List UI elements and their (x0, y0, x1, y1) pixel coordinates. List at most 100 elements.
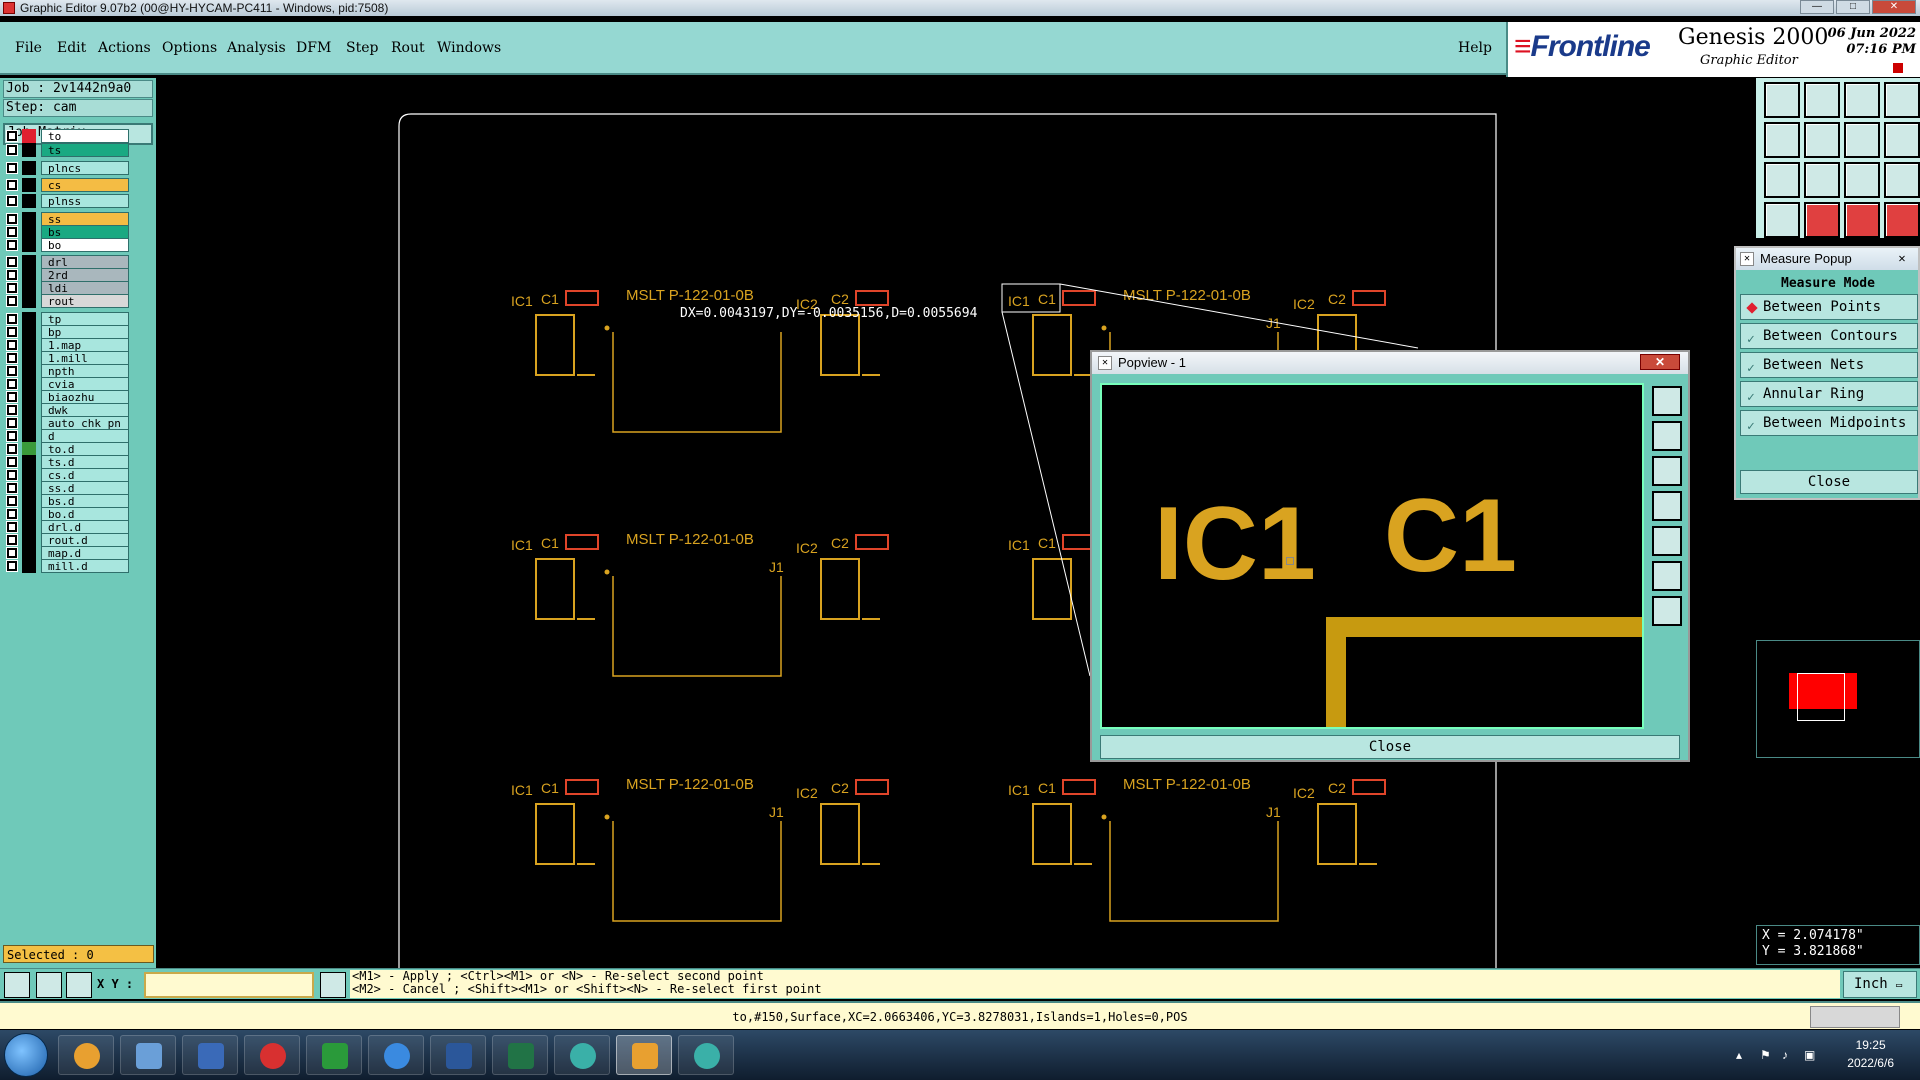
layer-checkbox[interactable] (6, 365, 18, 377)
pv-fit-icon[interactable] (1652, 561, 1682, 591)
layer-checkbox[interactable] (6, 239, 18, 251)
info-icon[interactable] (320, 972, 346, 998)
camera-icon[interactable] (1764, 202, 1800, 238)
layer-checkbox[interactable] (6, 162, 18, 174)
layer-row[interactable]: cs (6, 178, 129, 192)
layer-checkbox[interactable] (6, 417, 18, 429)
layer-row[interactable]: drl.d (6, 520, 129, 534)
popview-zoom-view[interactable]: IC1 C1 (1100, 383, 1644, 729)
pan-right-icon[interactable] (1804, 122, 1840, 158)
pv-right-icon[interactable] (1652, 526, 1682, 556)
layer-checkbox[interactable] (6, 547, 18, 559)
menu-windows[interactable]: Windows (437, 40, 501, 56)
menu-dfm[interactable]: DFM (296, 40, 331, 56)
taskbar-app-save[interactable] (182, 1035, 238, 1075)
popview-close-button[interactable]: Close (1100, 735, 1680, 759)
layer-row[interactable]: bp (6, 325, 129, 339)
taskbar-app-bird[interactable] (368, 1035, 424, 1075)
layer-row[interactable]: dwk (6, 403, 129, 417)
layer-checkbox[interactable] (6, 195, 18, 207)
layer-row[interactable]: npth (6, 364, 129, 378)
center-icon[interactable] (1764, 162, 1800, 198)
pv-center-icon[interactable] (1652, 596, 1682, 626)
zoom-out-icon[interactable] (1804, 82, 1840, 118)
pan-left-icon[interactable] (1764, 122, 1800, 158)
measure-tool-icon[interactable] (36, 972, 62, 998)
overview-minimap[interactable] (1756, 640, 1920, 758)
taskbar-clock[interactable]: 19:25 2022/6/6 (1847, 1036, 1894, 1072)
layer-row[interactable]: d (6, 429, 129, 443)
layer-checkbox[interactable] (6, 326, 18, 338)
layer-row[interactable]: plnss (6, 194, 129, 208)
layer-row[interactable]: 2rd (6, 268, 129, 282)
split-icon[interactable] (1884, 122, 1920, 158)
menu-edit[interactable]: Edit (57, 40, 86, 56)
flag-icon[interactable]: ⚑ (1760, 1048, 1771, 1062)
layer-row[interactable]: cvia (6, 377, 129, 391)
layer-checkbox[interactable] (6, 469, 18, 481)
taskbar-app-eye2[interactable] (678, 1035, 734, 1075)
network-icon[interactable]: ▣ (1804, 1048, 1815, 1062)
layer-row[interactable]: ts (6, 143, 129, 157)
ratio-icon[interactable] (1844, 162, 1880, 198)
taskbar-app-notepad[interactable] (120, 1035, 176, 1075)
start-button[interactable] (4, 1033, 48, 1077)
pv-down-icon[interactable] (1652, 456, 1682, 486)
xy-input[interactable] (144, 972, 314, 998)
layer-checkbox[interactable] (6, 508, 18, 520)
tray-arrow-icon[interactable]: ▴ (1736, 1048, 1742, 1062)
snap-tool-icon[interactable] (4, 972, 30, 998)
layer-row[interactable]: map.d (6, 546, 129, 560)
layer-row[interactable]: bo (6, 238, 129, 252)
layer-row[interactable]: to.d (6, 442, 129, 456)
volume-icon[interactable]: ♪ (1782, 1048, 1788, 1062)
taskbar-app-excel[interactable] (492, 1035, 548, 1075)
status-widget[interactable] (1810, 1006, 1900, 1028)
popview-close-icon[interactable]: ✕ (1640, 354, 1680, 370)
layer-checkbox[interactable] (6, 456, 18, 468)
menu-actions[interactable]: Actions (98, 40, 151, 56)
minimize-button[interactable]: — (1800, 0, 1834, 14)
menu-help[interactable]: Help (1458, 40, 1492, 56)
layer-checkbox[interactable] (6, 378, 18, 390)
layer-checkbox[interactable] (6, 339, 18, 351)
menu-options[interactable]: Options (162, 40, 217, 56)
pv-zoom-in-icon[interactable] (1652, 386, 1682, 416)
layer-row[interactable]: auto_chk_pn (6, 416, 129, 430)
menu-analysis[interactable]: Analysis (227, 40, 286, 56)
units-dropdown[interactable]: Inch ▭ (1843, 971, 1917, 998)
layer-checkbox[interactable] (6, 430, 18, 442)
window-icon[interactable] (1884, 82, 1920, 118)
menu-file[interactable]: File (15, 40, 42, 56)
minimap-viewport[interactable] (1797, 673, 1845, 721)
taskbar-app-green[interactable] (306, 1035, 362, 1075)
layer-checkbox[interactable] (6, 295, 18, 307)
layer-row[interactable]: rout.d (6, 533, 129, 547)
maximize-button[interactable]: □ (1836, 0, 1870, 14)
layer-row[interactable]: biaozhu (6, 390, 129, 404)
menu-step[interactable]: Step (346, 40, 378, 56)
layer-row[interactable]: ts.d (6, 455, 129, 469)
pv-zoom-out-icon[interactable] (1652, 421, 1682, 451)
layer-checkbox[interactable] (6, 144, 18, 156)
measure-close-button[interactable]: Close (1740, 470, 1918, 494)
layer-checkbox[interactable] (6, 495, 18, 507)
option-between-contours[interactable]: ✓ Between Contours (1740, 323, 1918, 349)
menu-rout[interactable]: Rout (391, 40, 425, 56)
layer-row[interactable]: to (6, 129, 129, 143)
home-icon[interactable] (1844, 82, 1880, 118)
option-between-midpoints[interactable]: ✓ Between Midpoints (1740, 410, 1918, 436)
layer-row[interactable]: bs (6, 225, 129, 239)
layer-checkbox[interactable] (6, 391, 18, 403)
zoom-in-icon[interactable] (1764, 82, 1800, 118)
layer-row[interactable]: 1.map (6, 338, 129, 352)
layer-checkbox[interactable] (6, 482, 18, 494)
layer-checkbox[interactable] (6, 313, 18, 325)
layer-checkbox[interactable] (6, 256, 18, 268)
layer-row[interactable]: tp (6, 312, 129, 326)
layer-row[interactable]: ss (6, 212, 129, 226)
layer-checkbox[interactable] (6, 560, 18, 572)
layer-checkbox[interactable] (6, 443, 18, 455)
option-between-points[interactable]: Between Points (1740, 294, 1918, 320)
layer-checkbox[interactable] (6, 179, 18, 191)
